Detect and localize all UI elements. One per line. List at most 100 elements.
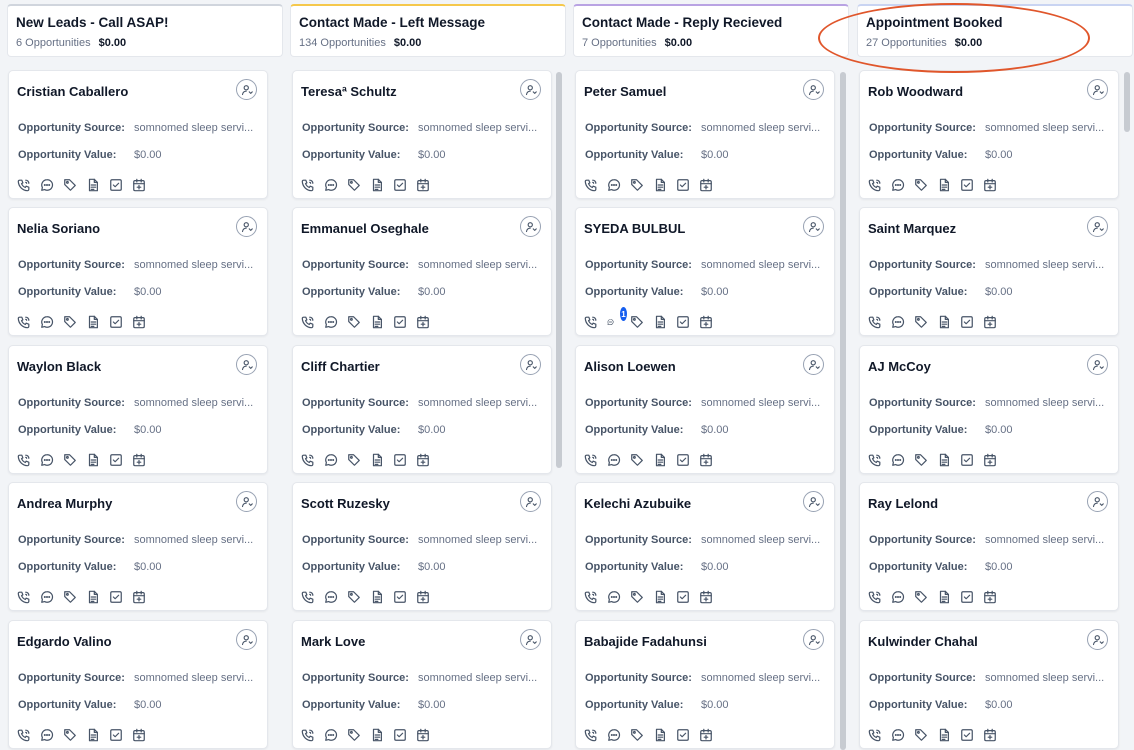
chat-icon[interactable] — [40, 178, 54, 192]
calendar-icon[interactable] — [132, 315, 146, 329]
contact-name[interactable]: Emmanuel Oseghale — [301, 221, 429, 236]
opportunity-card[interactable]: Peter Samuel Opportunity Source: somnomed … — [575, 70, 835, 199]
tag-icon[interactable] — [63, 453, 77, 467]
phone-icon[interactable] — [301, 315, 315, 329]
assign-user-button[interactable] — [520, 354, 541, 375]
note-icon[interactable] — [937, 453, 951, 467]
assign-user-button[interactable] — [236, 79, 257, 100]
opportunity-card[interactable]: Cristian Caballero Opportunity Source: som… — [8, 70, 268, 199]
phone-icon[interactable] — [301, 453, 315, 467]
note-icon[interactable] — [370, 590, 384, 604]
contact-name[interactable]: Rob Woodward — [868, 84, 963, 99]
task-icon[interactable] — [960, 178, 974, 192]
task-icon[interactable] — [109, 315, 123, 329]
calendar-icon[interactable] — [416, 315, 430, 329]
column-scrollbar[interactable] — [840, 72, 846, 750]
assign-user-button[interactable] — [803, 491, 824, 512]
note-icon[interactable] — [370, 315, 384, 329]
task-icon[interactable] — [109, 453, 123, 467]
task-icon[interactable] — [393, 315, 407, 329]
task-icon[interactable] — [676, 315, 690, 329]
opportunity-card[interactable]: Nelia Soriano Opportunity Source: somnomed… — [8, 207, 268, 336]
calendar-icon[interactable] — [416, 728, 430, 742]
assign-user-button[interactable] — [1087, 491, 1108, 512]
note-icon[interactable] — [653, 453, 667, 467]
task-icon[interactable] — [960, 590, 974, 604]
calendar-icon[interactable] — [983, 315, 997, 329]
column-header[interactable]: Contact Made - Left Message 134 Opportuni… — [290, 4, 566, 57]
contact-name[interactable]: AJ McCoy — [868, 359, 931, 374]
chat-icon[interactable] — [324, 728, 338, 742]
calendar-icon[interactable] — [983, 590, 997, 604]
phone-icon[interactable] — [868, 453, 882, 467]
phone-icon[interactable] — [17, 590, 31, 604]
chat-icon[interactable] — [891, 453, 905, 467]
column-scrollbar[interactable] — [556, 72, 562, 468]
assign-user-button[interactable] — [520, 629, 541, 650]
task-icon[interactable] — [676, 590, 690, 604]
opportunity-card[interactable]: Mark Love Opportunity Source: somnomed sle… — [292, 620, 552, 749]
opportunity-card[interactable]: Kelechi Azubuike Opportunity Source: somno… — [575, 482, 835, 611]
note-icon[interactable] — [370, 453, 384, 467]
chat-icon[interactable] — [324, 453, 338, 467]
note-icon[interactable] — [653, 178, 667, 192]
tag-icon[interactable] — [914, 315, 928, 329]
opportunity-card[interactable]: SYEDA BULBUL Opportunity Source: somnomed … — [575, 207, 835, 336]
tag-icon[interactable] — [630, 590, 644, 604]
task-icon[interactable] — [960, 453, 974, 467]
column-header[interactable]: Contact Made - Reply Recieved 7 Opportuni… — [573, 4, 849, 57]
assign-user-button[interactable] — [236, 216, 257, 237]
contact-name[interactable]: Babajide Fadahunsi — [584, 634, 707, 649]
task-icon[interactable] — [393, 178, 407, 192]
tag-icon[interactable] — [347, 178, 361, 192]
column-header[interactable]: New Leads - Call ASAP! 6 Opportunities $0.… — [7, 4, 283, 57]
task-icon[interactable] — [393, 590, 407, 604]
assign-user-button[interactable] — [803, 79, 824, 100]
note-icon[interactable] — [653, 590, 667, 604]
calendar-icon[interactable] — [132, 453, 146, 467]
tag-icon[interactable] — [63, 728, 77, 742]
chat-icon[interactable] — [40, 590, 54, 604]
chat-icon[interactable] — [40, 315, 54, 329]
phone-icon[interactable] — [17, 453, 31, 467]
chat-icon[interactable] — [607, 728, 621, 742]
task-icon[interactable] — [676, 453, 690, 467]
contact-name[interactable]: Kulwinder Chahal — [868, 634, 978, 649]
chat-icon[interactable] — [891, 315, 905, 329]
assign-user-button[interactable] — [803, 216, 824, 237]
assign-user-button[interactable] — [803, 629, 824, 650]
chat-icon[interactable] — [607, 178, 621, 192]
calendar-icon[interactable] — [983, 728, 997, 742]
phone-icon[interactable] — [301, 728, 315, 742]
calendar-icon[interactable] — [699, 315, 713, 329]
assign-user-button[interactable] — [1087, 629, 1108, 650]
phone-icon[interactable] — [584, 728, 598, 742]
task-icon[interactable] — [676, 178, 690, 192]
note-icon[interactable] — [86, 453, 100, 467]
chat-icon[interactable]: 1 — [607, 307, 627, 329]
opportunity-card[interactable]: Waylon Black Opportunity Source: somnomed … — [8, 345, 268, 474]
calendar-icon[interactable] — [699, 590, 713, 604]
tag-icon[interactable] — [914, 728, 928, 742]
phone-icon[interactable] — [301, 590, 315, 604]
tag-icon[interactable] — [347, 728, 361, 742]
calendar-icon[interactable] — [416, 453, 430, 467]
contact-name[interactable]: Saint Marquez — [868, 221, 956, 236]
assign-user-button[interactable] — [236, 354, 257, 375]
contact-name[interactable]: Edgardo Valino — [17, 634, 112, 649]
tag-icon[interactable] — [347, 315, 361, 329]
opportunity-card[interactable]: Teresaª Schultz Opportunity Source: somnom… — [292, 70, 552, 199]
contact-name[interactable]: Teresaª Schultz — [301, 84, 397, 99]
chat-icon[interactable] — [891, 178, 905, 192]
contact-name[interactable]: Waylon Black — [17, 359, 101, 374]
chat-icon[interactable] — [607, 453, 621, 467]
note-icon[interactable] — [937, 590, 951, 604]
contact-name[interactable]: Mark Love — [301, 634, 365, 649]
opportunity-card[interactable]: Alison Loewen Opportunity Source: somnomed… — [575, 345, 835, 474]
note-icon[interactable] — [937, 178, 951, 192]
tag-icon[interactable] — [914, 590, 928, 604]
note-icon[interactable] — [370, 728, 384, 742]
tag-icon[interactable] — [63, 178, 77, 192]
opportunity-card[interactable]: AJ McCoy Opportunity Source: somnomed slee… — [859, 345, 1119, 474]
note-icon[interactable] — [86, 590, 100, 604]
